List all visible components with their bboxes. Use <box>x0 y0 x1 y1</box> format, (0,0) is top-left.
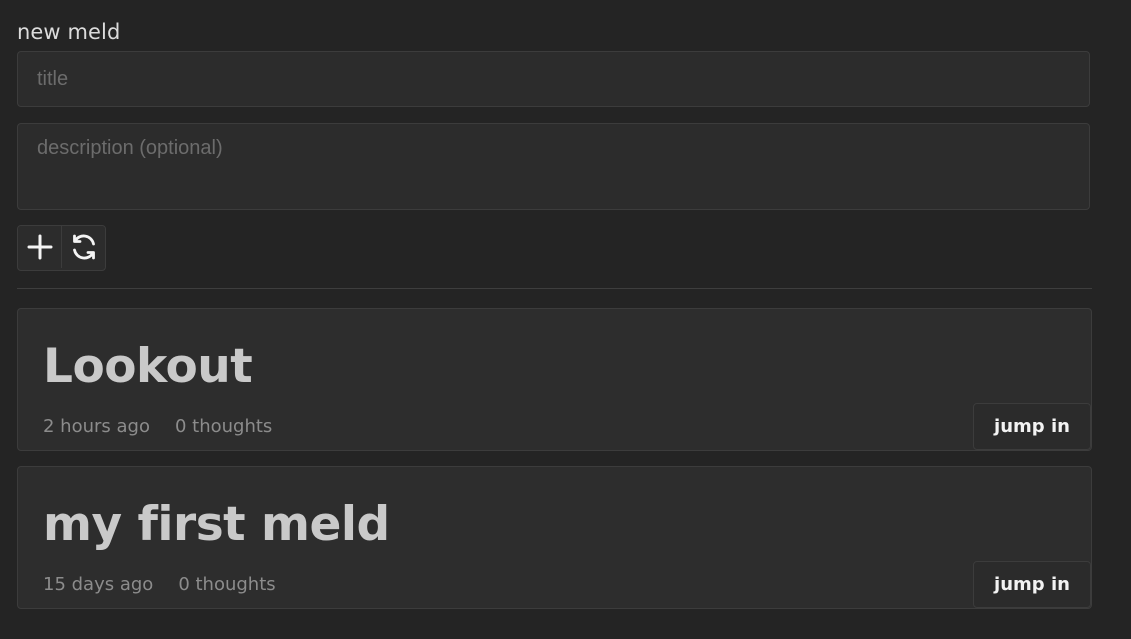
plus-icon <box>27 234 52 260</box>
meld-title: my first meld <box>43 497 390 552</box>
add-meld-button[interactable] <box>18 226 61 268</box>
refresh-button[interactable] <box>61 226 105 268</box>
meld-thought-count: 0 thoughts <box>178 574 276 595</box>
meld-age: 2 hours ago <box>43 416 150 437</box>
jump-in-button[interactable]: jump in <box>973 403 1091 450</box>
section-divider <box>17 288 1092 289</box>
new-meld-heading: new meld <box>17 20 121 44</box>
meld-thought-count: 0 thoughts <box>174 416 273 437</box>
description-input[interactable] <box>17 123 1090 210</box>
title-input[interactable] <box>17 51 1090 107</box>
jump-in-button[interactable]: jump in <box>973 561 1091 608</box>
meld-age: 15 days ago <box>43 574 154 595</box>
meld-card: my first meld 15 days ago 0 thoughts jum… <box>17 466 1092 609</box>
meld-meta: 15 days ago 0 thoughts <box>43 573 276 597</box>
meld-card: Lookout 2 hours ago 0 thoughts jump in <box>17 308 1092 451</box>
meld-meta: 2 hours ago 0 thoughts <box>43 415 272 439</box>
meld-action-buttons <box>17 225 106 271</box>
meld-title: Lookout <box>43 339 253 394</box>
refresh-icon <box>72 234 95 260</box>
